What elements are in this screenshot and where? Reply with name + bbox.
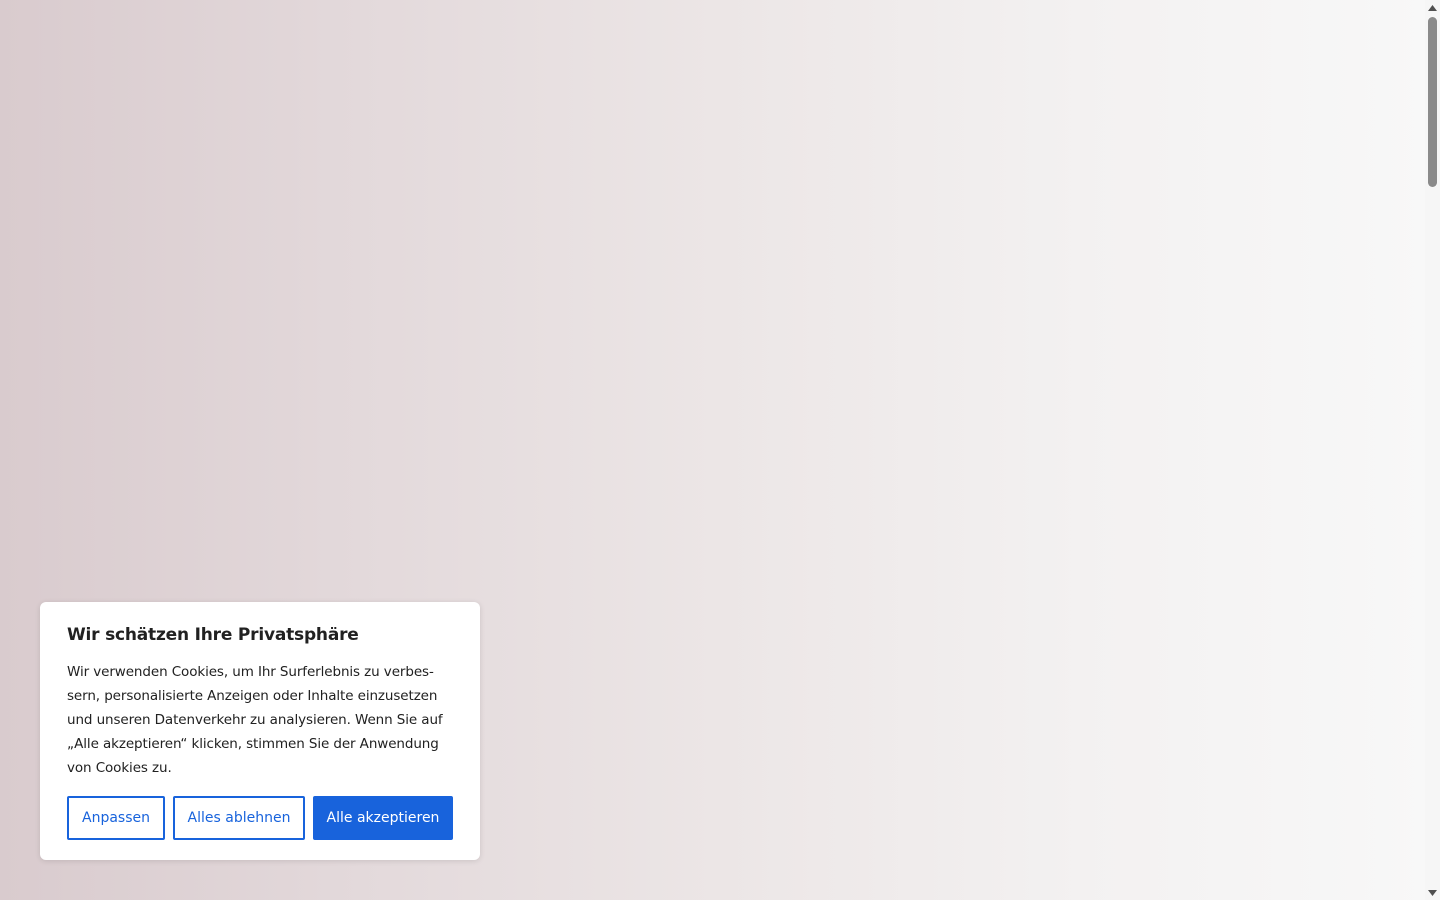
cookie-banner-actions: Anpassen Alles ablehnen Alle akzeptieren [67, 796, 453, 840]
customize-button[interactable]: Anpassen [67, 796, 165, 840]
cookie-banner-title: Wir schätzen Ihre Privatsphäre [67, 625, 359, 645]
scroll-down-arrow-icon[interactable] [1425, 885, 1440, 900]
scroll-up-arrow-icon[interactable] [1425, 0, 1440, 15]
vertical-scrollbar[interactable] [1425, 0, 1440, 900]
scrollbar-thumb[interactable] [1428, 17, 1437, 187]
cookie-banner-description: Wir verwenden Cookies, um Ihr Surferlebn… [67, 664, 443, 776]
reject-all-button[interactable]: Alles ablehnen [173, 796, 305, 840]
cookie-consent-banner: Wir schätzen Ihre Privatsphäre Wir verwe… [40, 602, 480, 860]
accept-all-button[interactable]: Alle akzeptieren [313, 796, 453, 840]
